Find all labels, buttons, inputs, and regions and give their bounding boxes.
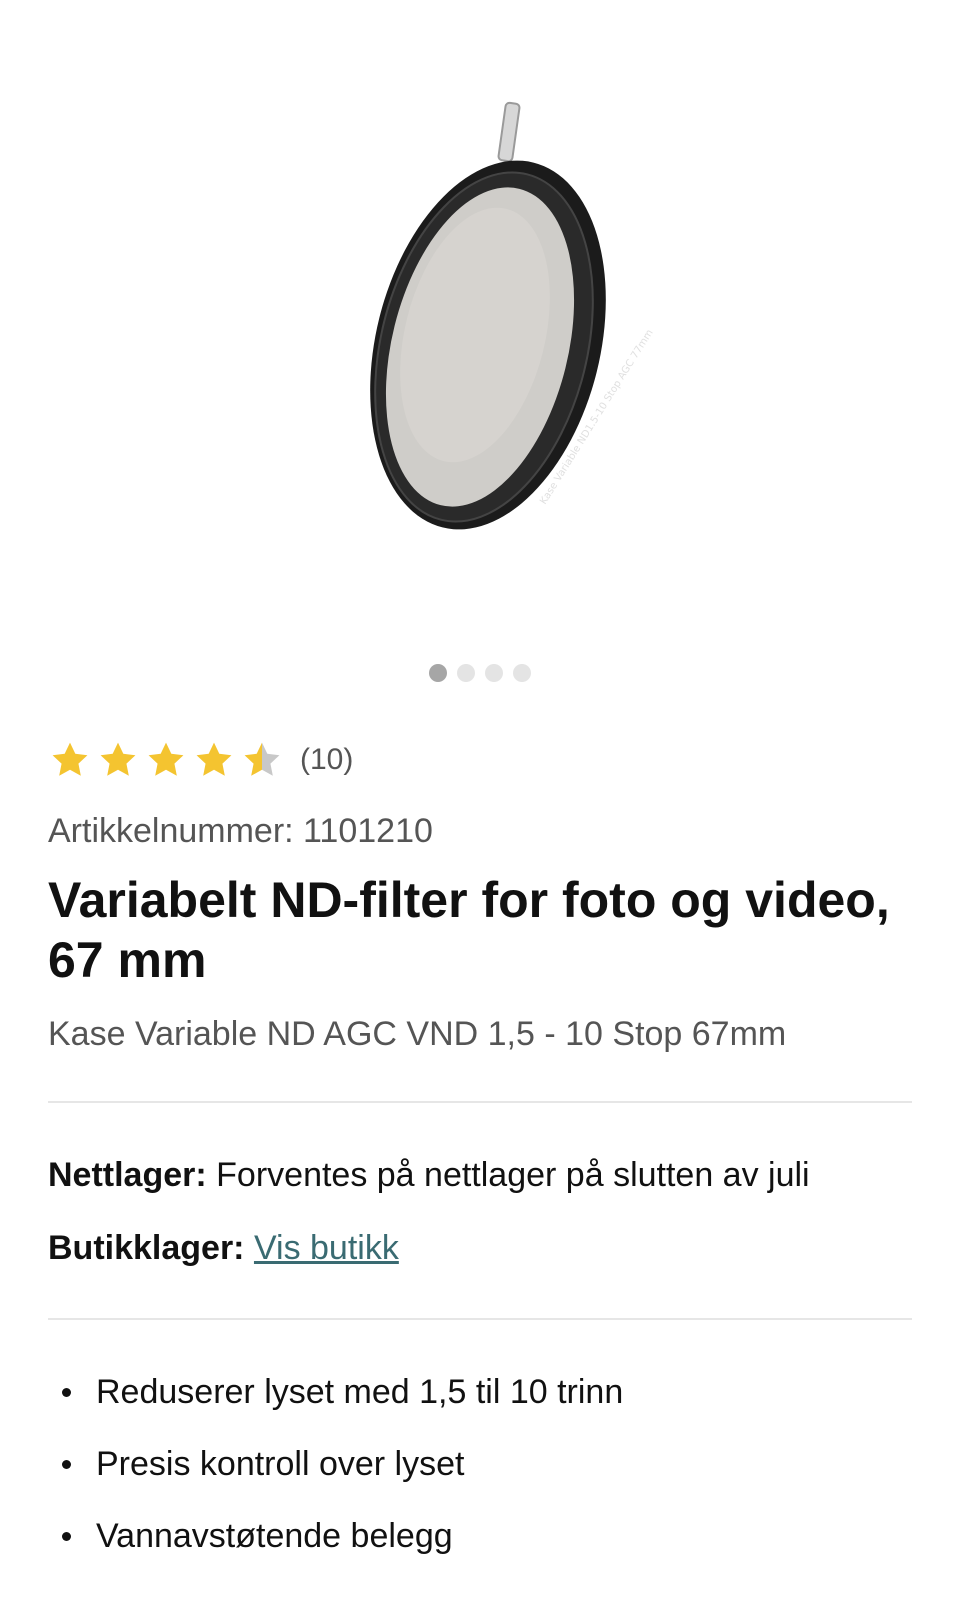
product-image-gallery[interactable]: Kase Variable ND1.5-10 Stop AGC 77mm (0, 0, 960, 700)
star-icon (100, 742, 136, 776)
star-icon (244, 742, 280, 776)
review-count[interactable]: (10) (300, 743, 353, 777)
product-rating[interactable]: (10) (48, 738, 353, 782)
online-stock-label: Nettlager: (48, 1156, 207, 1194)
rating-stars[interactable] (48, 738, 284, 782)
article-number: Artikkelnummer: 1101210 (48, 812, 433, 850)
carousel-dot-2[interactable] (457, 664, 475, 682)
feature-list: Reduserer lyset med 1,5 til 10 trinn Pre… (48, 1372, 623, 1588)
star-icon (148, 742, 184, 776)
carousel-dot-3[interactable] (485, 664, 503, 682)
store-stock-label: Butikklager: (48, 1229, 245, 1267)
feature-item: Vannavstøtende belegg (48, 1516, 623, 1556)
product-subtitle: Kase Variable ND AGC VND 1,5 - 10 Stop 6… (48, 1015, 787, 1053)
page-title: Variabelt ND-filter for foto og video, 6… (48, 872, 890, 988)
online-stock-value: Forventes på nettlager på slutten av jul… (216, 1156, 810, 1194)
feature-item: Reduserer lyset med 1,5 til 10 trinn (48, 1372, 623, 1412)
carousel-dots[interactable] (0, 664, 960, 682)
carousel-dot-1[interactable] (429, 664, 447, 682)
store-stock: Butikklager: Vis butikk (48, 1229, 399, 1268)
carousel-dot-4[interactable] (513, 664, 531, 682)
divider (48, 1101, 912, 1103)
show-store-link[interactable]: Vis butikk (254, 1229, 399, 1267)
divider (48, 1318, 912, 1320)
star-icon (196, 742, 232, 776)
feature-item: Presis kontroll over lyset (48, 1444, 623, 1484)
star-icon (52, 742, 88, 776)
nd-filter-image[interactable]: Kase Variable ND1.5-10 Stop AGC 77mm (330, 95, 730, 555)
online-stock: Nettlager: Forventes på nettlager på slu… (48, 1156, 810, 1195)
